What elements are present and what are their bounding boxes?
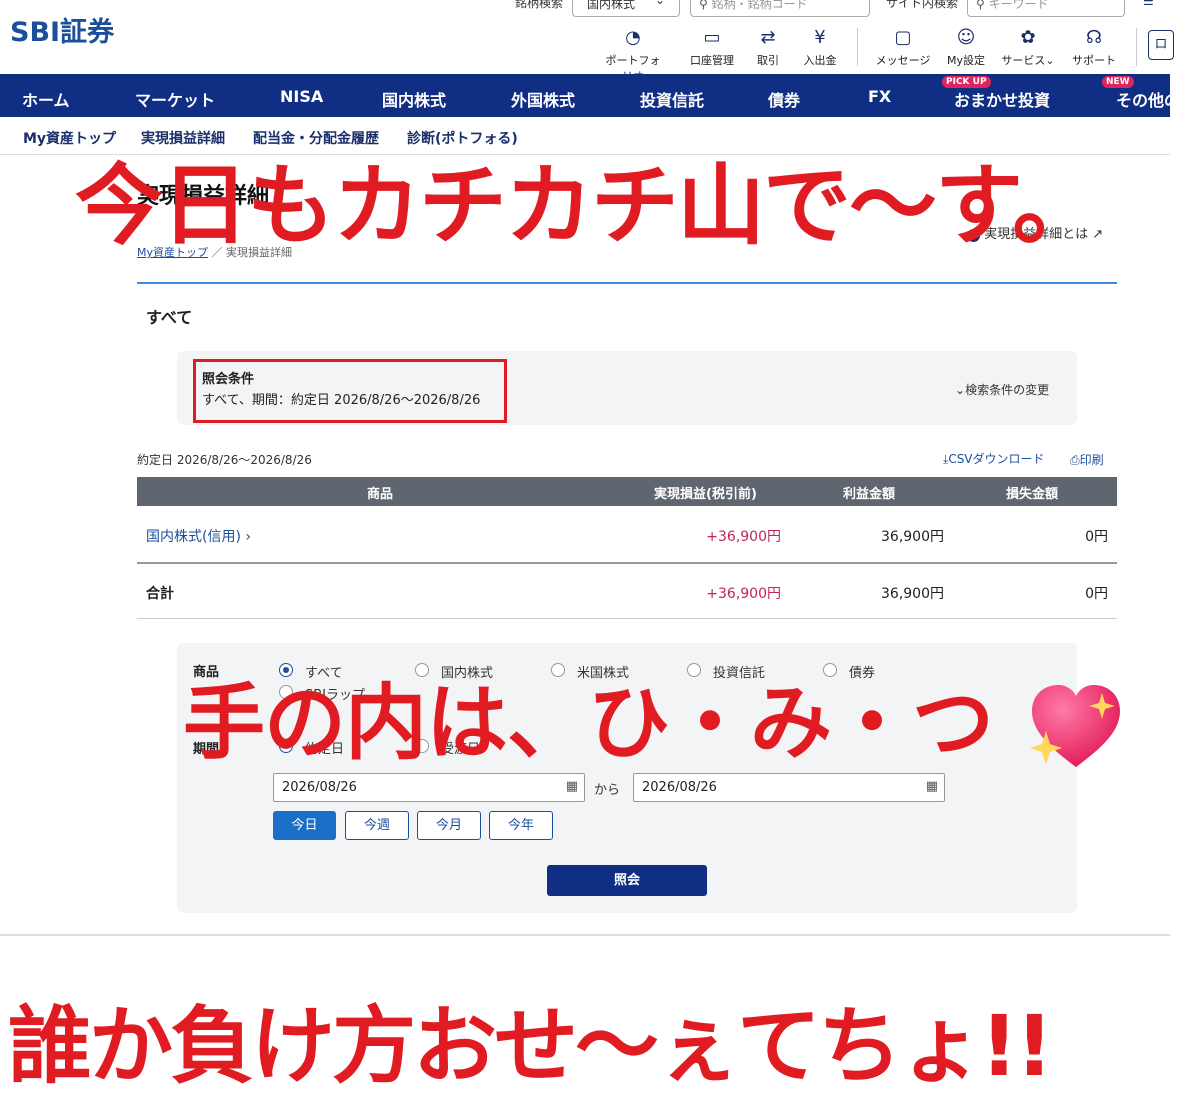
message-link[interactable]: ▢ メッセージ: [873, 28, 933, 68]
overlay-caption-top: 今日もカチカチ山で〜す。: [75, 154, 1100, 257]
chevron-down-icon: ⌄: [654, 0, 665, 7]
print-icon: ⎙: [1070, 453, 1080, 467]
col-product: 商品: [367, 487, 394, 502]
table-row-profit: 36,900円: [881, 529, 944, 545]
exchange-icon: ⇄: [760, 27, 776, 48]
date-to-input[interactable]: 2026/08/26 ▦: [633, 773, 945, 802]
table-row-loss: 0円: [1085, 529, 1108, 545]
stock-search-input[interactable]: ⚲ 銘柄・銘柄コード: [690, 0, 870, 17]
table-row-pnl: +36,900円: [706, 529, 781, 545]
support-link[interactable]: ☊ サポート: [1064, 28, 1124, 68]
table-header: [137, 477, 1117, 506]
table-row-product-link[interactable]: 国内株式(信用) ›: [146, 526, 251, 546]
card-icon: ▭: [703, 27, 721, 48]
total-pnl: +36,900円: [706, 586, 781, 602]
nav-fund[interactable]: 投資信託: [640, 87, 704, 111]
nav-others[interactable]: その他の: [1116, 87, 1170, 111]
csv-download-link[interactable]: ⤓CSVダウンロード: [943, 450, 1045, 467]
search-icon: ⚲: [976, 0, 985, 11]
subnav-realized-pnl[interactable]: 実現損益詳細: [141, 128, 225, 148]
service-menu[interactable]: ✿ サービス⌄: [998, 28, 1058, 68]
sbi-logo[interactable]: SBI証券: [10, 10, 114, 49]
header-divider: [857, 28, 858, 66]
nav-robo-advisor[interactable]: おまかせ投資: [954, 87, 1050, 111]
service-icon: ✿: [1020, 27, 1036, 48]
total-label: 合計: [146, 586, 174, 602]
radio-domestic[interactable]: [415, 663, 429, 677]
pie-chart-icon: ◔: [625, 27, 641, 48]
date-from-input[interactable]: 2026/08/26 ▦: [273, 773, 585, 802]
period-label: 約定日 2026/8/26〜2026/8/26: [137, 453, 312, 467]
radio-all[interactable]: [279, 663, 293, 677]
stock-search-select[interactable]: 国内株式 ⌄: [572, 0, 680, 17]
site-search-input[interactable]: ⚲ キーワード: [967, 0, 1125, 17]
site-search-label: サイト内検索: [886, 0, 959, 10]
this-year-button[interactable]: 今年: [489, 811, 553, 840]
calendar-icon: ▦: [565, 779, 578, 794]
yen-icon: ¥: [814, 27, 826, 48]
submit-button[interactable]: 照会: [547, 865, 707, 896]
nav-market[interactable]: マーケット: [135, 87, 215, 111]
row-divider: [137, 562, 1117, 564]
total-loss: 0円: [1085, 586, 1108, 602]
stock-search-select-value: 国内株式: [587, 0, 636, 11]
sparkling-heart-icon: [1026, 681, 1126, 773]
calendar-icon: ▦: [925, 779, 938, 794]
radio-fund[interactable]: [687, 663, 701, 677]
overlay-caption-middle: 手の内は、ひ・み・つ: [183, 676, 994, 771]
trade-link[interactable]: ⇄ 取引: [738, 28, 798, 68]
print-link[interactable]: ⎙印刷: [1070, 451, 1104, 468]
col-profit: 利益金額: [843, 487, 896, 502]
overlay-caption-bottom: 誰か負け方おせ〜ぇてちょ!!: [8, 997, 1054, 1095]
header-divider: [1136, 28, 1137, 66]
nav-domestic-stock[interactable]: 国内株式: [382, 87, 446, 111]
condition-text: すべて、期間：約定日 2026/8/26〜2026/8/26: [202, 393, 481, 408]
subnav-my-asset-top[interactable]: My資産トップ: [23, 128, 116, 148]
user-icon: ☺: [956, 27, 976, 48]
nav-nisa[interactable]: NISA: [280, 87, 323, 106]
subnav-dividend-history[interactable]: 配当金・分配金履歴: [253, 128, 379, 148]
date-from-value: 2026/08/26: [282, 780, 357, 795]
stock-search-placeholder: 銘柄・銘柄コード: [711, 0, 808, 11]
subnav-diagnosis[interactable]: 診断(ポトフォる): [407, 128, 518, 148]
change-condition-button[interactable]: ⌄検索条件の変更: [955, 381, 1049, 398]
col-loss: 損失金額: [1006, 487, 1059, 502]
chevron-down-icon: ⌄: [1045, 54, 1055, 67]
nav-fx[interactable]: FX: [868, 87, 891, 106]
radio-bond[interactable]: [823, 663, 837, 677]
logout-button[interactable]: ロ: [1148, 30, 1174, 60]
chevron-down-icon: ⌄: [955, 383, 966, 397]
date-to-value: 2026/08/26: [642, 780, 717, 795]
table-bottom-border: [137, 618, 1117, 619]
this-week-button[interactable]: 今週: [345, 811, 409, 840]
site-search-placeholder: キーワード: [988, 0, 1049, 11]
col-realized-pnl: 実現損益(税引前): [654, 487, 757, 502]
today-button[interactable]: 今日: [273, 811, 336, 840]
condition-title: 照会条件: [202, 372, 255, 387]
headset-icon: ☊: [1086, 27, 1102, 48]
nav-home[interactable]: ホーム: [22, 87, 70, 111]
chevron-right-icon: ›: [245, 529, 251, 545]
my-settings-link[interactable]: ☺ My設定: [936, 28, 996, 68]
nav-bond[interactable]: 債券: [768, 87, 800, 111]
title-underline: [137, 282, 1117, 284]
login-icon[interactable]: ☰: [1143, 0, 1154, 8]
account-link[interactable]: ▭ 口座管理: [682, 28, 742, 68]
stock-search-label: 銘柄検索: [515, 0, 564, 10]
nav-foreign-stock[interactable]: 外国株式: [511, 87, 575, 111]
date-separator: から: [594, 783, 621, 798]
search-icon: ⚲: [699, 0, 708, 11]
this-month-button[interactable]: 今月: [417, 811, 481, 840]
footer-divider: [0, 934, 1170, 936]
total-profit: 36,900円: [881, 586, 944, 602]
deposit-link[interactable]: ¥ 入出金: [790, 28, 850, 68]
message-icon: ▢: [894, 27, 912, 48]
section-label: すべて: [146, 308, 193, 327]
radio-us[interactable]: [551, 663, 565, 677]
